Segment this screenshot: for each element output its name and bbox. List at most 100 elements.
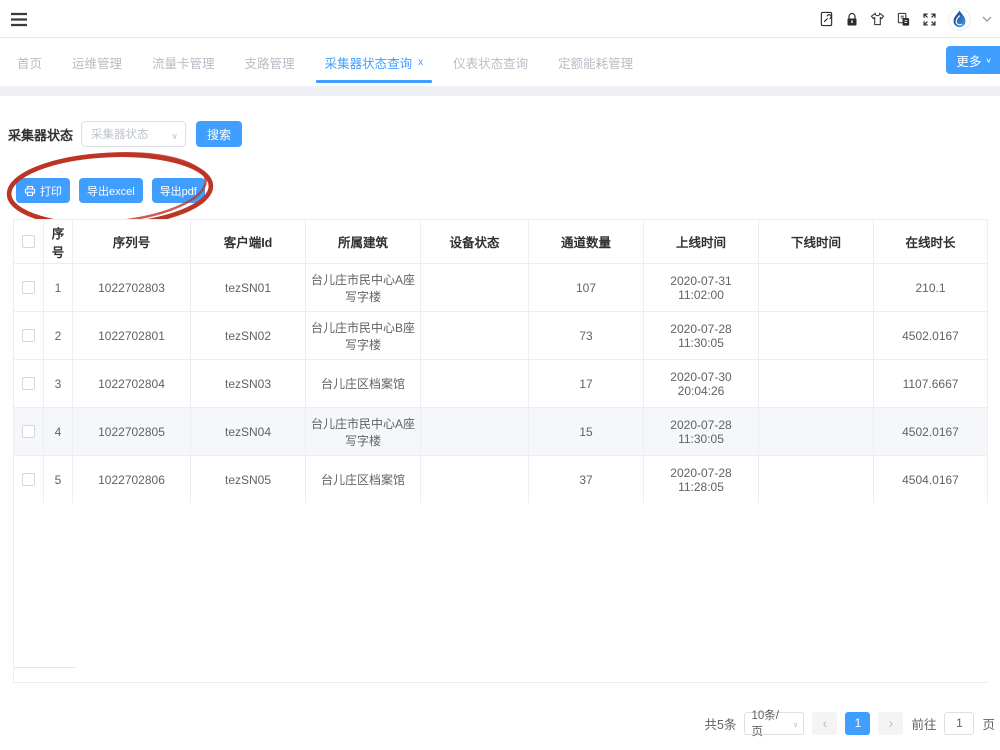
prev-page-button[interactable]: ‹ <box>812 712 837 735</box>
page-size-select[interactable]: 10条/页 ∨ <box>744 712 804 735</box>
cell-serial: 1022702804 <box>73 360 191 407</box>
cell-serial: 1022702803 <box>73 264 191 311</box>
column-header-client-id: 客户端Id <box>191 220 306 263</box>
topbar-icon-group <box>819 0 992 38</box>
tab-close-icon[interactable]: x <box>418 57 423 68</box>
cell-offline-time <box>759 456 874 503</box>
next-page-button[interactable]: › <box>878 712 903 735</box>
filter-row: 采集器状态 采集器状态 ∨ 搜索 <box>8 121 242 147</box>
export-pdf-button[interactable]: 导出pdf <box>152 178 205 203</box>
select-placeholder: 采集器状态 <box>91 126 149 142</box>
collector-table: 序号 序列号 客户端Id 所属建筑 设备状态 通道数量 上线时间 下线时间 在线… <box>13 219 988 683</box>
copy-icon[interactable] <box>896 12 911 27</box>
fullscreen-icon[interactable] <box>922 12 937 27</box>
print-button[interactable]: 打印 <box>16 178 70 203</box>
cell-online-time: 2020-07-28 11:30:05 <box>644 312 759 359</box>
chevron-down-icon: ∨ <box>985 56 992 65</box>
fixed-column-border <box>14 667 75 668</box>
cell-building: 台儿庄市民中心A座写字楼 <box>306 264 421 311</box>
table-row[interactable]: 5 1022702806 tezSN05 台儿庄区档案馆 37 2020-07-… <box>14 455 987 503</box>
page-unit-label: 页 <box>982 714 995 733</box>
cell-client-id: tezSN04 <box>191 408 306 455</box>
cell-building: 台儿庄区档案馆 <box>306 360 421 407</box>
tab-bar: 首页 运维管理 流量卡管理 支路管理 采集器状态查询 x 仪表状态查询 定额能耗… <box>0 38 1000 86</box>
row-checkbox[interactable] <box>22 425 35 438</box>
cell-serial: 1022702805 <box>73 408 191 455</box>
cell-client-id: tezSN02 <box>191 312 306 359</box>
collector-status-label: 采集器状态 <box>8 125 73 144</box>
total-count-label: 共5条 <box>705 714 737 733</box>
column-header-offline-time: 下线时间 <box>759 220 874 263</box>
table-row[interactable]: 3 1022702804 tezSN03 台儿庄区档案馆 17 2020-07-… <box>14 359 987 407</box>
row-checkbox[interactable] <box>22 329 35 342</box>
cell-offline-time <box>759 360 874 407</box>
tab-sim-card-management[interactable]: 流量卡管理 <box>137 38 230 86</box>
cell-online-time: 2020-07-28 11:30:05 <box>644 408 759 455</box>
goto-label: 前往 <box>911 714 936 733</box>
collector-status-select[interactable]: 采集器状态 ∨ <box>81 121 186 147</box>
app-logo[interactable] <box>948 8 971 31</box>
column-header-index: 序号 <box>44 220 73 263</box>
row-checkbox[interactable] <box>22 281 35 294</box>
tabbar-divider <box>0 86 1000 96</box>
table-row[interactable]: 1 1022702803 tezSN01 台儿庄市民中心A座写字楼 107 20… <box>14 263 987 311</box>
cell-online-duration: 210.1 <box>874 264 987 311</box>
cell-building: 台儿庄区档案馆 <box>306 456 421 503</box>
cell-offline-time <box>759 312 874 359</box>
cell-index: 4 <box>44 408 73 455</box>
cell-device-status <box>421 264 529 311</box>
tab-ops-management[interactable]: 运维管理 <box>57 38 137 86</box>
select-all-cell <box>14 220 44 263</box>
table-row-highlighted[interactable]: 4 1022702805 tezSN04 台儿庄市民中心A座写字楼 15 202… <box>14 407 987 455</box>
column-header-serial: 序列号 <box>73 220 191 263</box>
cell-index: 2 <box>44 312 73 359</box>
cell-online-duration: 4502.0167 <box>874 408 987 455</box>
cell-offline-time <box>759 264 874 311</box>
chevron-down-icon: ∨ <box>171 131 178 142</box>
cell-building: 台儿庄市民中心B座写字楼 <box>306 312 421 359</box>
export-excel-button[interactable]: 导出excel <box>79 178 143 203</box>
search-button[interactable]: 搜索 <box>196 121 242 147</box>
app-window: 首页 运维管理 流量卡管理 支路管理 采集器状态查询 x 仪表状态查询 定额能耗… <box>0 0 1000 750</box>
tab-branch-management[interactable]: 支路管理 <box>230 38 310 86</box>
tool-document-icon[interactable] <box>819 11 834 27</box>
select-all-checkbox[interactable] <box>22 235 35 248</box>
cell-client-id: tezSN01 <box>191 264 306 311</box>
cell-online-duration: 4504.0167 <box>874 456 987 503</box>
tab-list: 首页 运维管理 流量卡管理 支路管理 采集器状态查询 x 仪表状态查询 定额能耗… <box>0 38 1000 86</box>
cell-client-id: tezSN03 <box>191 360 306 407</box>
cell-channel-count: 15 <box>529 408 644 455</box>
more-tabs-button[interactable]: 更多 ∨ <box>946 46 1000 74</box>
user-menu-chevron-down-icon[interactable] <box>982 16 992 22</box>
cell-index: 3 <box>44 360 73 407</box>
cell-channel-count: 73 <box>529 312 644 359</box>
tab-quota-energy-management[interactable]: 定额能耗管理 <box>543 38 648 86</box>
cell-index: 1 <box>44 264 73 311</box>
page-number-1[interactable]: 1 <box>845 712 870 735</box>
row-checkbox[interactable] <box>22 377 35 390</box>
cell-channel-count: 17 <box>529 360 644 407</box>
cell-channel-count: 37 <box>529 456 644 503</box>
cell-serial: 1022702801 <box>73 312 191 359</box>
table-row[interactable]: 2 1022702801 tezSN02 台儿庄市民中心B座写字楼 73 202… <box>14 311 987 359</box>
row-checkbox[interactable] <box>22 473 35 486</box>
goto-page-input[interactable] <box>944 712 974 735</box>
cell-online-duration: 1107.6667 <box>874 360 987 407</box>
tab-home[interactable]: 首页 <box>2 38 57 86</box>
column-header-online-time: 上线时间 <box>644 220 759 263</box>
cell-device-status <box>421 456 529 503</box>
hamburger-menu-icon[interactable] <box>10 12 28 32</box>
column-header-device-status: 设备状态 <box>421 220 529 263</box>
tab-meter-status-query[interactable]: 仪表状态查询 <box>438 38 543 86</box>
cell-index: 5 <box>44 456 73 503</box>
column-header-online-duration: 在线时长 <box>874 220 987 263</box>
shirt-icon[interactable] <box>870 12 885 26</box>
cell-online-time: 2020-07-30 20:04:26 <box>644 360 759 407</box>
cell-device-status <box>421 360 529 407</box>
pagination: 共5条 10条/页 ∨ ‹ 1 › 前往 页 <box>705 710 995 736</box>
tab-collector-status-query[interactable]: 采集器状态查询 x <box>310 38 439 86</box>
lock-icon[interactable] <box>845 12 859 27</box>
cell-client-id: tezSN05 <box>191 456 306 503</box>
chevron-down-icon: ∨ <box>793 720 799 729</box>
cell-device-status <box>421 408 529 455</box>
